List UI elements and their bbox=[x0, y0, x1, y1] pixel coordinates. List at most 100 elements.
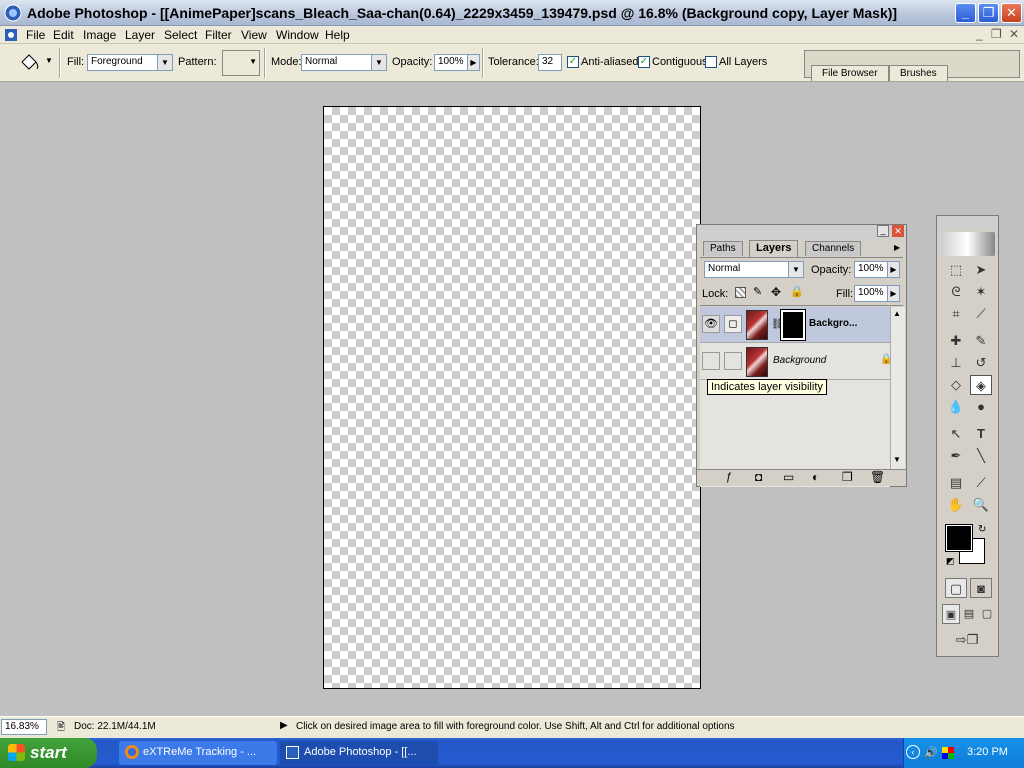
layer-name[interactable]: Background bbox=[773, 355, 826, 366]
layer-mask-thumbnail[interactable] bbox=[780, 309, 806, 341]
pattern-picker[interactable]: ▼ bbox=[222, 50, 260, 76]
doc-close-button[interactable]: ✕ bbox=[1009, 27, 1019, 41]
restore-button[interactable]: ❐ bbox=[978, 3, 999, 23]
eyedropper-icon[interactable]: ⟋ bbox=[970, 473, 992, 493]
crop-tool-icon[interactable]: ⌗ bbox=[945, 304, 967, 324]
mode-select[interactable]: Normal ▼ bbox=[301, 54, 387, 71]
menu-layer[interactable]: Layer bbox=[125, 28, 155, 42]
history-brush-icon[interactable]: ↺ bbox=[970, 353, 992, 373]
lock-position-icon[interactable]: ✥ bbox=[771, 285, 781, 299]
opacity-field[interactable]: 100% ▶ bbox=[434, 54, 480, 71]
line-tool-icon[interactable]: ╲ bbox=[970, 446, 992, 466]
close-button[interactable]: ✕ bbox=[1001, 3, 1022, 23]
show-hidden-icons-icon[interactable]: ‹ bbox=[906, 745, 920, 759]
path-selection-icon[interactable]: ↖ bbox=[945, 424, 967, 444]
taskbar-button-firefox[interactable]: eXTReMe Tracking - ... bbox=[119, 741, 277, 765]
default-colors-icon[interactable]: ◩ bbox=[946, 556, 955, 567]
full-screen-mode-icon[interactable]: ▢ bbox=[978, 604, 996, 624]
menu-select[interactable]: Select bbox=[164, 28, 197, 42]
swap-colors-icon[interactable]: ↻ bbox=[978, 524, 986, 535]
menu-file[interactable]: File bbox=[26, 28, 45, 42]
layer-name[interactable]: Backgro... bbox=[809, 318, 857, 329]
layer-row-background[interactable]: Background 🔒 bbox=[700, 344, 892, 380]
document-icon[interactable] bbox=[4, 28, 18, 42]
document-canvas[interactable] bbox=[323, 106, 701, 689]
chevron-down-icon[interactable]: ▼ bbox=[45, 56, 53, 65]
adobe-online-icon[interactable] bbox=[940, 232, 995, 256]
lasso-tool-icon[interactable]: ᘓ bbox=[945, 282, 967, 302]
magic-wand-icon[interactable]: ✶ bbox=[970, 282, 992, 302]
palette-title-bar[interactable] bbox=[937, 216, 998, 230]
full-screen-menu-mode-icon[interactable]: ▤ bbox=[960, 604, 978, 624]
pen-tool-icon[interactable]: ✒ bbox=[945, 446, 967, 466]
quick-mask-mode-icon[interactable]: ◙ bbox=[970, 578, 992, 598]
layer-row-background-copy[interactable]: 👁 ◻ ⛓ Backgro... bbox=[700, 307, 890, 343]
tab-channels[interactable]: Channels bbox=[805, 241, 862, 256]
menu-image[interactable]: Image bbox=[83, 28, 116, 42]
tray-app-icon[interactable] bbox=[942, 747, 954, 759]
menu-window[interactable]: Window bbox=[276, 28, 319, 42]
lock-all-icon[interactable]: 🔒 bbox=[790, 285, 804, 298]
marquee-tool-icon[interactable]: ⬚ bbox=[945, 260, 967, 280]
doc-minimize-button[interactable]: _ bbox=[976, 27, 983, 41]
palette-title-bar[interactable]: _ ✕ bbox=[697, 225, 906, 239]
trash-icon[interactable]: 🗑 bbox=[870, 470, 885, 484]
hand-tool-icon[interactable]: ✋ bbox=[945, 495, 967, 515]
zoom-tool-icon[interactable]: 🔍 bbox=[970, 495, 992, 515]
layer-opacity-field[interactable]: 100% ▶ bbox=[854, 261, 900, 278]
eraser-tool-icon[interactable]: ◇ bbox=[945, 375, 967, 395]
eye-icon[interactable]: 👁 bbox=[702, 315, 720, 333]
paint-bucket-icon[interactable]: ◈ bbox=[970, 375, 992, 395]
lock-transparency-icon[interactable] bbox=[735, 287, 746, 298]
new-layer-icon[interactable]: ❐ bbox=[842, 470, 853, 484]
document-info-icon[interactable]: 🖹 bbox=[57, 720, 65, 737]
menu-edit[interactable]: Edit bbox=[53, 28, 74, 42]
clock[interactable]: 3:20 PM bbox=[967, 746, 1008, 758]
contiguous-checkbox[interactable]: ✓ bbox=[638, 56, 650, 68]
dodge-tool-icon[interactable]: ● bbox=[970, 397, 992, 417]
standard-screen-mode-icon[interactable]: ▣ bbox=[942, 604, 960, 624]
menu-help[interactable]: Help bbox=[325, 28, 350, 42]
anti-aliased-checkbox[interactable]: ✓ bbox=[567, 56, 579, 68]
new-layer-set-icon[interactable]: ▭ bbox=[783, 470, 794, 484]
lock-paint-icon[interactable]: ✎ bbox=[753, 285, 762, 298]
tolerance-field[interactable]: 32 bbox=[538, 54, 562, 71]
type-tool-icon[interactable]: T bbox=[970, 424, 992, 444]
layer-fill-field[interactable]: 100% ▶ bbox=[854, 285, 900, 302]
adjustment-layer-icon[interactable]: ◐ bbox=[812, 470, 819, 484]
tab-paths[interactable]: Paths bbox=[703, 241, 743, 256]
jump-to-imageready-icon[interactable]: ⇨❐ bbox=[945, 630, 989, 650]
paint-bucket-tool-preset-icon[interactable] bbox=[18, 52, 40, 74]
foreground-color-swatch[interactable] bbox=[945, 524, 973, 552]
blend-mode-select[interactable]: Normal ▼ bbox=[704, 261, 804, 278]
palette-close-button[interactable]: ✕ bbox=[892, 225, 904, 237]
file-browser-tab[interactable]: File Browser bbox=[811, 65, 889, 81]
layer-style-icon[interactable]: ƒ bbox=[726, 471, 732, 483]
doc-restore-button[interactable]: ❐ bbox=[991, 27, 1002, 41]
minimize-button[interactable]: _ bbox=[955, 3, 976, 23]
all-layers-checkbox[interactable] bbox=[705, 56, 717, 68]
brushes-tab[interactable]: Brushes bbox=[889, 65, 948, 81]
healing-brush-icon[interactable]: ✚ bbox=[945, 331, 967, 351]
scroll-up-icon[interactable]: ▲ bbox=[893, 309, 901, 318]
palette-minimize-button[interactable]: _ bbox=[877, 225, 889, 237]
fill-select[interactable]: Foreground ▼ bbox=[87, 54, 173, 71]
layer-list-scrollbar[interactable]: ▲ ▼ bbox=[890, 307, 905, 469]
move-tool-icon[interactable]: ➤ bbox=[970, 260, 992, 280]
start-button[interactable]: start bbox=[0, 738, 97, 768]
visibility-toggle[interactable] bbox=[702, 352, 720, 370]
volume-icon[interactable]: 🔊 bbox=[924, 746, 938, 759]
layer-mask-link-icon[interactable]: ◻ bbox=[724, 315, 742, 333]
menu-filter[interactable]: Filter bbox=[205, 28, 232, 42]
slice-tool-icon[interactable]: ⟋ bbox=[970, 304, 992, 324]
brush-tool-icon[interactable]: ✎ bbox=[970, 331, 992, 351]
zoom-field[interactable]: 16.83% bbox=[1, 719, 47, 735]
standard-mode-icon[interactable]: ▢ bbox=[945, 578, 967, 598]
notes-tool-icon[interactable]: ▤ bbox=[945, 473, 967, 493]
add-layer-mask-icon[interactable]: ◘ bbox=[755, 470, 762, 484]
status-menu-arrow-icon[interactable]: ▶ bbox=[280, 720, 288, 731]
blur-tool-icon[interactable]: 💧 bbox=[945, 397, 967, 417]
tab-layers[interactable]: Layers bbox=[749, 240, 799, 257]
layer-link-toggle[interactable] bbox=[724, 352, 742, 370]
clone-stamp-icon[interactable]: ⊥ bbox=[945, 353, 967, 373]
